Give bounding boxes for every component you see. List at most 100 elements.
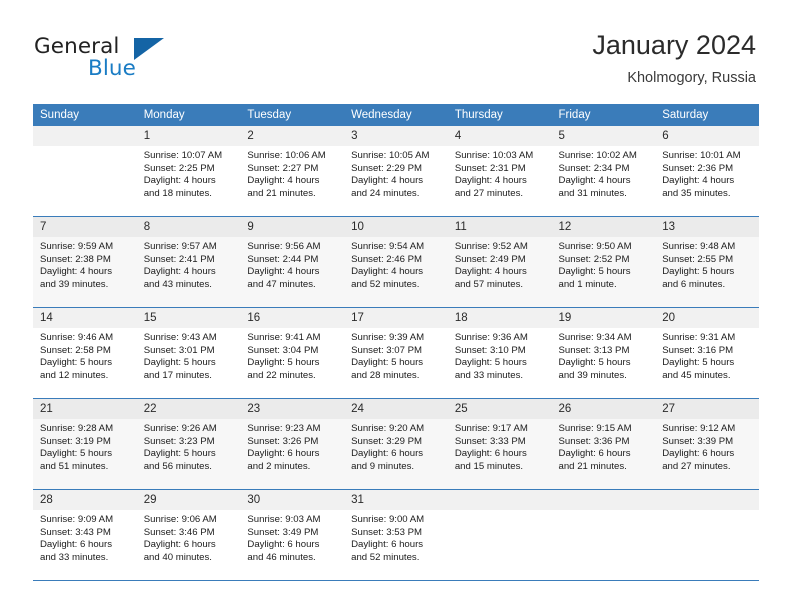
- day-number: 31: [344, 490, 448, 510]
- day-cell[interactable]: 19 Sunrise: 9:34 AM Sunset: 3:13 PM Dayl…: [551, 307, 656, 399]
- day-info: Sunrise: 9:28 AM Sunset: 3:19 PM Dayligh…: [33, 419, 137, 473]
- daylight-text-line1: Daylight: 5 hours: [558, 266, 631, 278]
- day-info: Sunrise: 9:17 AM Sunset: 3:33 PM Dayligh…: [448, 419, 552, 473]
- day-cell[interactable]: [551, 489, 656, 581]
- calendar-week-row: 7 Sunrise: 9:59 AM Sunset: 2:38 PM Dayli…: [33, 216, 759, 308]
- day-number: 2: [240, 126, 345, 146]
- day-info: Sunrise: 9:34 AM Sunset: 3:13 PM Dayligh…: [552, 328, 656, 382]
- daylight-text-line1: Daylight: 4 hours: [247, 175, 320, 187]
- day-cell[interactable]: 3 Sunrise: 10:05 AM Sunset: 2:29 PM Dayl…: [344, 126, 448, 217]
- day-info: Sunrise: 9:50 AM Sunset: 2:52 PM Dayligh…: [552, 237, 656, 291]
- day-info: Sunrise: 10:01 AM Sunset: 2:36 PM Daylig…: [655, 146, 759, 200]
- weekday-header-sunday: Sunday: [33, 104, 137, 126]
- sunset-text: Sunset: 3:23 PM: [143, 435, 215, 447]
- day-cell[interactable]: 5 Sunrise: 10:02 AM Sunset: 2:34 PM Dayl…: [551, 126, 656, 217]
- sunrise-text: Sunrise: 9:54 AM: [351, 241, 425, 252]
- weekday-header-thursday: Thursday: [447, 104, 552, 126]
- daylight-text-line2: and 27 minutes.: [662, 460, 731, 472]
- day-cell[interactable]: 30 Sunrise: 9:03 AM Sunset: 3:49 PM Dayl…: [240, 489, 345, 581]
- day-info: Sunrise: 9:20 AM Sunset: 3:29 PM Dayligh…: [344, 419, 448, 473]
- page-header: General Blue January 2024 Kholmogory, Ru…: [0, 0, 792, 104]
- day-cell[interactable]: 14 Sunrise: 9:46 AM Sunset: 2:58 PM Dayl…: [33, 307, 137, 399]
- day-cell[interactable]: 16 Sunrise: 9:41 AM Sunset: 3:04 PM Dayl…: [240, 307, 345, 399]
- sunrise-text: Sunrise: 9:36 AM: [454, 332, 528, 343]
- day-number: 22: [136, 399, 241, 419]
- daylight-text-line2: and 45 minutes.: [662, 369, 731, 381]
- day-cell[interactable]: 15 Sunrise: 9:43 AM Sunset: 3:01 PM Dayl…: [136, 307, 241, 399]
- daylight-text-line1: Daylight: 6 hours: [247, 448, 320, 460]
- day-cell[interactable]: 27 Sunrise: 9:12 AM Sunset: 3:39 PM Dayl…: [655, 398, 759, 490]
- sunset-text: Sunset: 3:19 PM: [40, 435, 111, 447]
- day-cell[interactable]: 26 Sunrise: 9:15 AM Sunset: 3:36 PM Dayl…: [551, 398, 656, 490]
- day-info: Sunrise: 10:06 AM Sunset: 2:27 PM Daylig…: [240, 146, 344, 200]
- day-cell[interactable]: 31 Sunrise: 9:00 AM Sunset: 3:53 PM Dayl…: [344, 489, 448, 581]
- day-cell[interactable]: 8 Sunrise: 9:57 AM Sunset: 2:41 PM Dayli…: [136, 216, 241, 308]
- sunrise-text: Sunrise: 10:06 AM: [247, 150, 326, 161]
- day-number: 25: [447, 399, 552, 419]
- day-cell[interactable]: 25 Sunrise: 9:17 AM Sunset: 3:33 PM Dayl…: [447, 398, 552, 490]
- daylight-text-line1: Daylight: 4 hours: [351, 266, 424, 278]
- day-cell[interactable]: [655, 489, 759, 581]
- day-cell[interactable]: 1 Sunrise: 10:07 AM Sunset: 2:25 PM Dayl…: [136, 126, 241, 217]
- day-info: Sunrise: 10:03 AM Sunset: 2:31 PM Daylig…: [448, 146, 552, 200]
- sunrise-text: Sunrise: 10:01 AM: [662, 150, 741, 161]
- day-number: 26: [551, 399, 656, 419]
- sunrise-text: Sunrise: 9:48 AM: [662, 241, 736, 252]
- day-cell[interactable]: [33, 126, 137, 217]
- day-number: [447, 490, 552, 510]
- day-cell[interactable]: 24 Sunrise: 9:20 AM Sunset: 3:29 PM Dayl…: [344, 398, 448, 490]
- daylight-text-line1: Daylight: 4 hours: [247, 266, 320, 278]
- day-cell[interactable]: 17 Sunrise: 9:39 AM Sunset: 3:07 PM Dayl…: [344, 307, 448, 399]
- day-number: 10: [344, 217, 448, 237]
- sunset-text: Sunset: 3:04 PM: [247, 344, 319, 356]
- sunset-text: Sunset: 3:07 PM: [351, 344, 423, 356]
- day-cell[interactable]: 18 Sunrise: 9:36 AM Sunset: 3:10 PM Dayl…: [447, 307, 552, 399]
- daylight-text-line2: and 33 minutes.: [454, 369, 524, 381]
- sunset-text: Sunset: 2:25 PM: [143, 162, 215, 174]
- day-number: 5: [551, 126, 656, 146]
- day-cell[interactable]: 22 Sunrise: 9:26 AM Sunset: 3:23 PM Dayl…: [136, 398, 241, 490]
- day-cell[interactable]: 4 Sunrise: 10:03 AM Sunset: 2:31 PM Dayl…: [447, 126, 552, 217]
- daylight-text-line1: Daylight: 6 hours: [454, 448, 527, 460]
- daylight-text-line1: Daylight: 6 hours: [662, 448, 735, 460]
- logo-triangle-icon: [134, 38, 164, 60]
- day-cell[interactable]: 13 Sunrise: 9:48 AM Sunset: 2:55 PM Dayl…: [655, 216, 759, 308]
- day-info: Sunrise: 9:41 AM Sunset: 3:04 PM Dayligh…: [240, 328, 344, 382]
- day-cell[interactable]: 23 Sunrise: 9:23 AM Sunset: 3:26 PM Dayl…: [240, 398, 345, 490]
- day-cell[interactable]: 11 Sunrise: 9:52 AM Sunset: 2:49 PM Dayl…: [447, 216, 552, 308]
- sunrise-text: Sunrise: 10:07 AM: [143, 150, 223, 161]
- sunrise-text: Sunrise: 9:28 AM: [40, 423, 114, 434]
- day-cell[interactable]: 6 Sunrise: 10:01 AM Sunset: 2:36 PM Dayl…: [655, 126, 759, 217]
- day-info: Sunrise: 9:46 AM Sunset: 2:58 PM Dayligh…: [33, 328, 137, 382]
- weekday-header-wednesday: Wednesday: [344, 104, 448, 126]
- day-cell[interactable]: 29 Sunrise: 9:06 AM Sunset: 3:46 PM Dayl…: [136, 489, 241, 581]
- sunset-text: Sunset: 3:43 PM: [40, 526, 111, 538]
- day-info: Sunrise: 9:12 AM Sunset: 3:39 PM Dayligh…: [655, 419, 759, 473]
- day-cell[interactable]: [447, 489, 552, 581]
- sunrise-text: Sunrise: 9:03 AM: [247, 514, 321, 525]
- day-info: [448, 510, 552, 514]
- day-cell[interactable]: 28 Sunrise: 9:09 AM Sunset: 3:43 PM Dayl…: [33, 489, 137, 581]
- day-cell[interactable]: 12 Sunrise: 9:50 AM Sunset: 2:52 PM Dayl…: [551, 216, 656, 308]
- day-cell[interactable]: 7 Sunrise: 9:59 AM Sunset: 2:38 PM Dayli…: [33, 216, 137, 308]
- day-cell[interactable]: 9 Sunrise: 9:56 AM Sunset: 2:44 PM Dayli…: [240, 216, 345, 308]
- day-cell[interactable]: 10 Sunrise: 9:54 AM Sunset: 2:46 PM Dayl…: [344, 216, 448, 308]
- sunset-text: Sunset: 2:44 PM: [247, 253, 319, 265]
- day-number: 3: [344, 126, 448, 146]
- day-cell[interactable]: 21 Sunrise: 9:28 AM Sunset: 3:19 PM Dayl…: [33, 398, 137, 490]
- day-info: Sunrise: 9:26 AM Sunset: 3:23 PM Dayligh…: [137, 419, 241, 473]
- daylight-text-line2: and 40 minutes.: [143, 551, 212, 563]
- daylight-text-line2: and 12 minutes.: [40, 369, 109, 381]
- day-info: Sunrise: 10:02 AM Sunset: 2:34 PM Daylig…: [552, 146, 656, 200]
- sunset-text: Sunset: 3:33 PM: [454, 435, 526, 447]
- daylight-text-line1: Daylight: 4 hours: [351, 175, 424, 187]
- sunset-text: Sunset: 3:29 PM: [351, 435, 423, 447]
- daylight-text-line1: Daylight: 4 hours: [662, 175, 735, 187]
- sunrise-text: Sunrise: 9:12 AM: [662, 423, 736, 434]
- day-number: 14: [33, 308, 137, 328]
- sunrise-text: Sunrise: 10:02 AM: [558, 150, 637, 161]
- day-cell[interactable]: 20 Sunrise: 9:31 AM Sunset: 3:16 PM Dayl…: [655, 307, 759, 399]
- sunset-text: Sunset: 3:46 PM: [143, 526, 215, 538]
- day-cell[interactable]: 2 Sunrise: 10:06 AM Sunset: 2:27 PM Dayl…: [240, 126, 345, 217]
- daylight-text-line1: Daylight: 5 hours: [143, 448, 216, 460]
